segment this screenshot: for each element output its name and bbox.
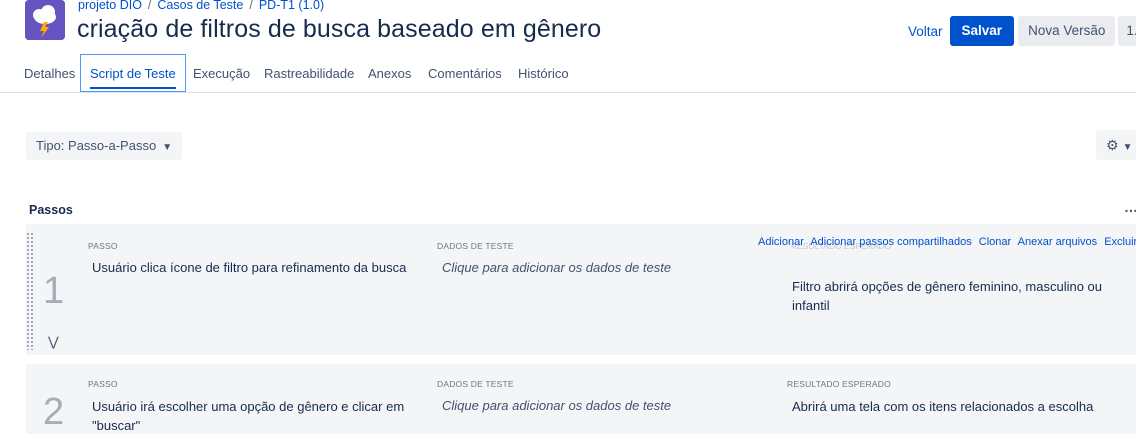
add-shared-steps-link[interactable]: Adicionar passos compartilhados [810,236,971,248]
test-data-placeholder[interactable]: Clique para adicionar os dados de teste [442,260,671,275]
step-description[interactable]: Usuário clica ícone de filtro para refin… [92,258,432,277]
save-button[interactable]: Salvar [949,16,1015,46]
drag-handle-icon[interactable] [26,232,34,350]
breadcrumb-project[interactable]: projeto DIO [78,0,142,12]
tab-traceability[interactable]: Rastreabilidade [264,55,354,93]
breadcrumb: projeto DIO / Casos de Teste / PD-T1 (1.0) [78,0,324,12]
breadcrumb-separator: / [249,0,253,12]
expected-result[interactable]: Abrirá uma tela com os itens relacionado… [792,397,1122,416]
tab-execution[interactable]: Execução [193,55,250,93]
test-data-column-label: DADOS DE TESTE [437,379,514,389]
chevron-down-icon: ▼ [1122,142,1133,153]
expected-column-label: RESULTADO ESPERADO [787,379,891,389]
clone-step-link[interactable]: Clonar [979,236,1011,248]
step-number: 1 [43,270,65,312]
tab-history[interactable]: Histórico [518,55,569,93]
step-description[interactable]: Usuário irá escolher uma opção de gênero… [92,397,422,434]
step-column-label: PASSO [88,379,118,389]
breadcrumb-separator: / [147,0,152,12]
gear-icon: ⚙ [1106,137,1119,153]
script-type-select[interactable]: Tipo: Passo-a-Passo ▼ [26,132,183,160]
expand-icon[interactable]: ⋁ [48,334,59,350]
expected-result[interactable]: Filtro abrirá opções de gênero feminino,… [792,277,1112,315]
project-icon[interactable] [25,0,65,40]
steps-section-title: Passos [29,203,73,217]
script-type-label: Tipo: Passo-a-Passo [36,138,157,153]
attach-files-link[interactable]: Anexar arquivos [1018,236,1098,248]
step-actions: Adicionar Adicionar passos compartilhado… [758,236,1136,248]
tab-bar: Detalhes Script de Teste Execução Rastre… [0,54,1136,93]
breadcrumb-test-case-key[interactable]: PD-T1 (1.0) [259,0,324,12]
tab-details[interactable]: Detalhes [24,55,75,93]
new-version-button[interactable]: Nova Versão [1018,16,1116,46]
tab-comments[interactable]: Comentários [428,55,502,93]
step-row[interactable]: 1 ⋁ PASSO Usuário clica ícone de filtro … [26,224,1136,355]
chevron-down-icon: ▼ [162,142,173,153]
tab-attachments[interactable]: Anexos [368,55,411,93]
back-button[interactable]: Voltar [900,24,949,39]
step-column-label: PASSO [88,241,118,251]
step-number: 2 [43,391,65,433]
breadcrumb-test-cases[interactable]: Casos de Teste [157,0,243,12]
page-header: projeto DIO / Casos de Teste / PD-T1 (1.0) c… [0,0,1136,55]
test-data-placeholder[interactable]: Clique para adicionar os dados de teste [442,398,671,413]
header-actions: Voltar Salvar Nova Versão 1.0 … [900,16,1136,46]
more-actions-button[interactable]: … [1124,199,1136,215]
delete-step-link[interactable]: Excluir [1104,236,1136,248]
version-dropdown[interactable]: 1.0 … [1118,16,1136,46]
test-data-column-label: DADOS DE TESTE [437,241,514,251]
add-step-link[interactable]: Adicionar [758,236,804,248]
tab-test-script[interactable]: Script de Teste [80,54,186,92]
page-title: criação de filtros de busca baseado em g… [77,15,602,43]
settings-dropdown[interactable]: ⚙ ▼ [1096,130,1136,160]
step-row[interactable]: 2 PASSO Usuário irá escolher uma opção d… [26,364,1136,434]
